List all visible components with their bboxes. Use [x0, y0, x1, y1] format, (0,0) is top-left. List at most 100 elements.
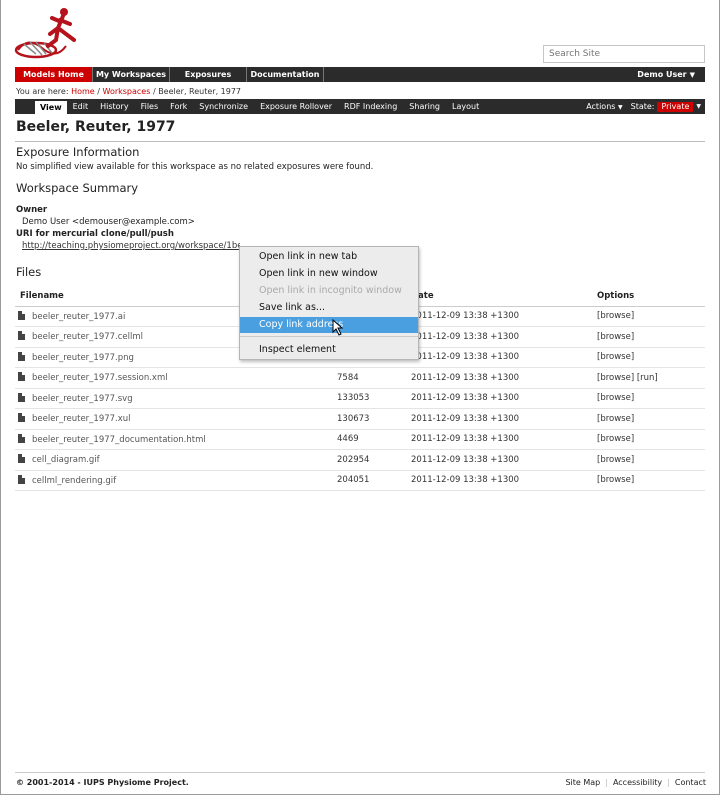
- options-cell[interactable]: [browse]: [597, 449, 705, 471]
- workspace-subnav: View Edit History Files Fork Synchronize…: [15, 99, 705, 114]
- file-icon: [18, 433, 25, 443]
- options-cell[interactable]: [browse]: [597, 326, 705, 348]
- filename-cell[interactable]: cell_diagram.gif: [15, 449, 337, 471]
- footer-divider: [15, 772, 705, 773]
- footer-links: Site Map | Accessibility | Contact: [565, 778, 706, 787]
- user-name: Demo User: [637, 70, 687, 79]
- options-cell[interactable]: [browse]: [597, 306, 705, 327]
- options-cell[interactable]: [browse]: [597, 347, 705, 368]
- size-cell: 7584: [337, 367, 411, 389]
- mouse-pointer-icon: [332, 319, 344, 336]
- actions-label: Actions: [586, 102, 616, 111]
- page-title: Beeler, Reuter, 1977: [16, 119, 176, 135]
- uri-link[interactable]: http://teaching.physiomeproject.org/work…: [22, 241, 240, 251]
- footer-link-contact[interactable]: Contact: [675, 778, 706, 787]
- breadcrumb-home-link[interactable]: Home: [71, 87, 95, 96]
- options-cell[interactable]: [browse]: [597, 388, 705, 409]
- footer-link-sitemap[interactable]: Site Map: [565, 778, 600, 787]
- filename-cell[interactable]: beeler_reuter_1977_documentation.html: [15, 429, 337, 450]
- col-options: Options: [597, 286, 705, 307]
- size-cell: 204051: [337, 470, 411, 491]
- filename-cell[interactable]: beeler_reuter_1977.session.xml: [15, 367, 337, 389]
- filename-link[interactable]: cellml_rendering.gif: [32, 476, 116, 486]
- search-input[interactable]: [543, 45, 705, 63]
- subtab-files[interactable]: Files: [135, 99, 165, 114]
- subtab-fork[interactable]: Fork: [164, 99, 193, 114]
- state-badge[interactable]: Private: [657, 101, 694, 112]
- col-date: Date: [411, 286, 597, 307]
- date-cell: 2011-12-09 13:38 +1300: [411, 408, 597, 430]
- footer-link-accessibility[interactable]: Accessibility: [613, 778, 662, 787]
- context-menu: Open link in new tab Open link in new wi…: [239, 246, 419, 360]
- tab-my-workspaces[interactable]: My Workspaces: [93, 67, 170, 82]
- breadcrumb-prefix: You are here:: [16, 87, 69, 96]
- options-cell[interactable]: [browse]: [597, 470, 705, 491]
- file-icon: [18, 413, 25, 423]
- options-cell[interactable]: [browse]: [597, 429, 705, 450]
- subtab-edit[interactable]: Edit: [67, 99, 95, 114]
- subtab-history[interactable]: History: [94, 99, 134, 114]
- exposure-text: No simplified view available for this wo…: [16, 162, 374, 172]
- date-cell: 2011-12-09 13:38 +1300: [411, 470, 597, 491]
- options-cell[interactable]: [browse] [run]: [597, 367, 705, 389]
- files-heading: Files: [16, 265, 42, 279]
- menu-separator: [240, 336, 418, 337]
- subtab-rdf-indexing[interactable]: RDF Indexing: [338, 99, 403, 114]
- menu-save-link-as[interactable]: Save link as...: [240, 300, 418, 316]
- subtab-sharing[interactable]: Sharing: [403, 99, 446, 114]
- date-cell: 2011-12-09 13:38 +1300: [411, 347, 597, 368]
- filename-link[interactable]: cell_diagram.gif: [32, 455, 100, 465]
- breadcrumb-workspaces-link[interactable]: Workspaces: [103, 87, 151, 96]
- table-row: beeler_reuter_1977.session.xml 7584 2011-1…: [15, 367, 705, 389]
- file-icon: [18, 392, 25, 402]
- owner-label: Owner: [16, 205, 48, 215]
- file-icon: [18, 372, 25, 382]
- filename-link[interactable]: beeler_reuter_1977_documentation.html: [32, 435, 206, 445]
- filename-link[interactable]: beeler_reuter_1977.svg: [32, 394, 133, 404]
- physiome-logo[interactable]: [14, 6, 80, 62]
- menu-open-new-window[interactable]: Open link in new window: [240, 266, 418, 282]
- date-cell: 2011-12-09 13:38 +1300: [411, 429, 597, 450]
- size-cell: 202954: [337, 449, 411, 471]
- tab-exposures[interactable]: Exposures: [170, 67, 247, 82]
- filename-link[interactable]: beeler_reuter_1977.ai: [32, 312, 125, 322]
- caret-down-icon: ▼: [617, 104, 623, 111]
- exposure-heading: Exposure Information: [16, 145, 140, 159]
- filename-cell[interactable]: beeler_reuter_1977.svg: [15, 388, 337, 409]
- file-icon: [18, 331, 25, 341]
- options-cell[interactable]: [browse]: [597, 408, 705, 430]
- size-cell: 130673: [337, 408, 411, 430]
- size-cell: 133053: [337, 388, 411, 409]
- file-icon: [18, 310, 25, 320]
- filename-link[interactable]: beeler_reuter_1977.cellml: [32, 332, 143, 342]
- menu-open-new-tab[interactable]: Open link in new tab: [240, 249, 418, 265]
- filename-cell[interactable]: cellml_rendering.gif: [15, 470, 337, 491]
- footer-copyright: © 2001-2014 - IUPS Physiome Project.: [16, 778, 189, 787]
- tab-documentation[interactable]: Documentation: [247, 67, 324, 82]
- filename-link[interactable]: beeler_reuter_1977.session.xml: [32, 373, 168, 383]
- date-cell: 2011-12-09 13:38 +1300: [411, 326, 597, 348]
- menu-copy-link-address[interactable]: Copy link address: [240, 317, 418, 333]
- date-cell: 2011-12-09 13:38 +1300: [411, 449, 597, 471]
- user-menu[interactable]: Demo User ▼: [637, 67, 705, 82]
- tab-models-home[interactable]: Models Home: [15, 67, 93, 82]
- filename-link[interactable]: beeler_reuter_1977.xul: [32, 414, 131, 424]
- table-row: beeler_reuter_1977.xul 130673 2011-12-09 1…: [15, 408, 705, 430]
- table-row: cellml_rendering.gif 204051 2011-12-09 13:…: [15, 470, 705, 491]
- subtab-synchronize[interactable]: Synchronize: [193, 99, 254, 114]
- filename-link[interactable]: beeler_reuter_1977.png: [32, 353, 134, 363]
- subnav-right: Actions ▼ State: Private ▼: [586, 101, 705, 112]
- table-row: cell_diagram.gif 202954 2011-12-09 13:38 +…: [15, 449, 705, 471]
- file-icon: [18, 454, 25, 464]
- owner-value: Demo User <demouser@example.com>: [22, 217, 195, 227]
- subtab-view[interactable]: View: [35, 101, 67, 114]
- subtab-exposure-rollover[interactable]: Exposure Rollover: [254, 99, 338, 114]
- subtab-layout[interactable]: Layout: [446, 99, 485, 114]
- filename-cell[interactable]: beeler_reuter_1977.xul: [15, 408, 337, 430]
- menu-inspect-element[interactable]: Inspect element: [240, 342, 418, 358]
- actions-menu[interactable]: Actions ▼: [586, 102, 622, 111]
- file-icon: [18, 351, 25, 361]
- breadcrumb: You are here: Home / Workspaces / Beeler…: [16, 87, 242, 96]
- state-label: State:: [630, 102, 655, 111]
- caret-down-icon[interactable]: ▼: [696, 103, 701, 110]
